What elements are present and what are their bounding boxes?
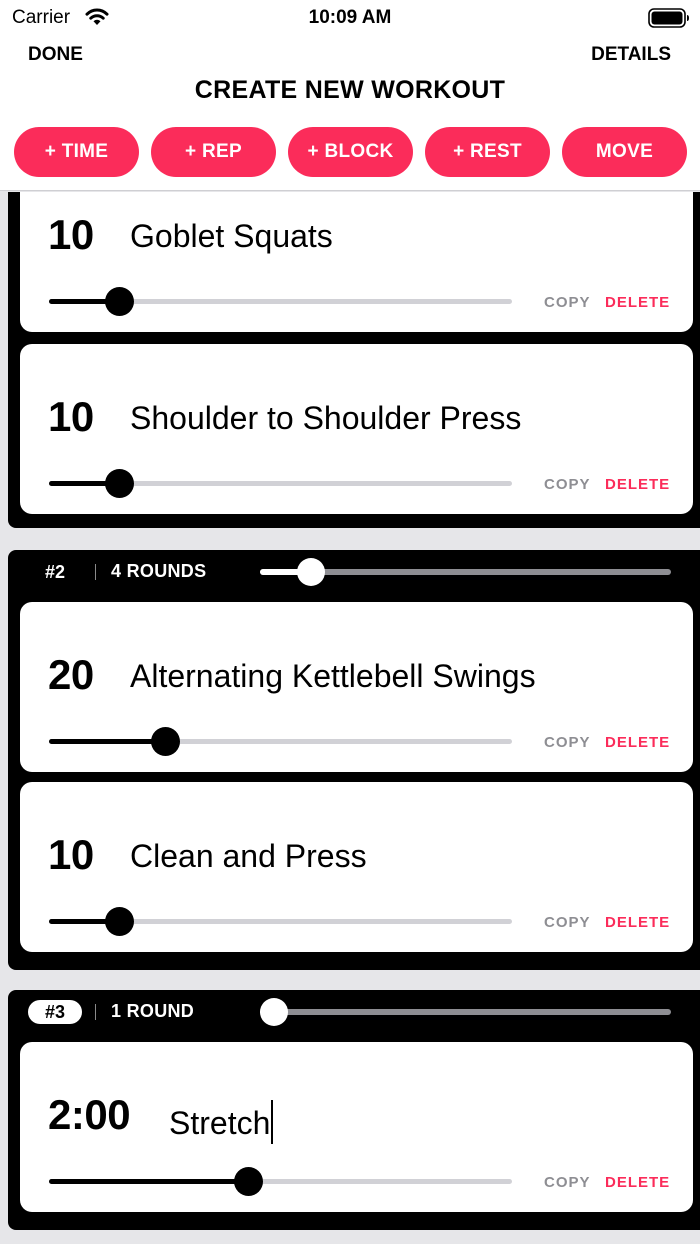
delete-button[interactable]: DELETE [605, 294, 670, 311]
exercise-slider-thumb[interactable] [104, 469, 134, 498]
delete-button[interactable]: DELETE [605, 734, 670, 751]
exercise-name[interactable]: Clean and Press [130, 840, 367, 872]
move-button[interactable]: MOVE [562, 127, 687, 177]
exercise-name[interactable]: Shoulder to Shoulder Press [130, 402, 521, 434]
details-button[interactable]: DETAILS [591, 44, 671, 66]
exercise-count[interactable]: 10 [48, 214, 94, 256]
block-header: #3 1 ROUND [8, 990, 700, 1034]
rounds-slider-thumb[interactable] [260, 998, 288, 1026]
workout-block: #3 1 ROUND 2:00 Stretch COPY DELETE [8, 990, 700, 1230]
block-rounds: 4 ROUNDS [111, 561, 207, 581]
toolbar: + TIME + REP + BLOCK + REST MOVE [14, 127, 687, 177]
copy-button[interactable]: COPY [544, 1174, 591, 1191]
exercise-slider-fill [49, 1179, 249, 1184]
exercise-count[interactable]: 20 [48, 654, 94, 696]
text-cursor [271, 1100, 274, 1144]
add-rest-button[interactable]: + REST [425, 127, 550, 177]
exercise-card: 10 Clean and Press COPY DELETE [20, 782, 693, 952]
exercise-name[interactable]: Alternating Kettlebell Swings [130, 660, 536, 692]
exercise-card: 10 Goblet Squats COPY DELETE [20, 192, 693, 332]
block-header: #2 4 ROUNDS [8, 550, 700, 594]
block-number[interactable]: #2 [28, 560, 82, 584]
exercise-card: 10 Shoulder to Shoulder Press COPY DELET… [20, 344, 693, 514]
add-rep-button[interactable]: + REP [151, 127, 276, 177]
rounds-slider-track[interactable] [260, 1009, 671, 1015]
block-rounds: 1 ROUND [111, 1001, 195, 1021]
exercise-card: 20 Alternating Kettlebell Swings COPY DE… [20, 602, 693, 772]
workout-block: 10 Goblet Squats COPY DELETE 10 Shoulder… [8, 192, 700, 528]
page-title: CREATE NEW WORKOUT [194, 76, 506, 104]
exercise-count[interactable]: 10 [48, 396, 94, 438]
exercise-slider-thumb[interactable] [104, 907, 134, 936]
exercise-card: 2:00 Stretch COPY DELETE [20, 1042, 693, 1212]
delete-button[interactable]: DELETE [605, 914, 670, 931]
navigation-header: DONE DETAILS CREATE NEW WORKOUT + TIME +… [0, 36, 700, 191]
rounds-slider-thumb[interactable] [296, 558, 325, 586]
copy-button[interactable]: COPY [544, 476, 591, 493]
exercise-name: Stretch [169, 1105, 271, 1141]
add-time-button[interactable]: + TIME [14, 127, 139, 177]
block-number[interactable]: #3 [28, 1000, 82, 1024]
status-bar: Carrier 10:09 AM [0, 0, 700, 36]
delete-button[interactable]: DELETE [605, 1174, 670, 1191]
exercise-duration[interactable]: 2:00 [48, 1094, 131, 1136]
exercise-name[interactable]: Goblet Squats [130, 220, 333, 252]
copy-button[interactable]: COPY [544, 294, 591, 311]
copy-button[interactable]: COPY [544, 734, 591, 751]
header-divider [95, 564, 96, 580]
copy-button[interactable]: COPY [544, 914, 591, 931]
exercise-name-input[interactable]: Stretch [169, 1100, 274, 1144]
done-button[interactable]: DONE [28, 44, 83, 66]
status-time: 10:09 AM [308, 7, 392, 28]
add-block-button[interactable]: + BLOCK [288, 127, 413, 177]
exercise-slider-thumb[interactable] [150, 727, 180, 756]
exercise-slider-thumb[interactable] [104, 287, 134, 316]
header-divider [95, 1004, 96, 1020]
delete-button[interactable]: DELETE [605, 476, 670, 493]
exercise-count[interactable]: 10 [48, 834, 94, 876]
workout-block: #2 4 ROUNDS 20 Alternating Kettlebell Sw… [8, 550, 700, 970]
exercise-slider-fill [49, 739, 166, 744]
workout-list[interactable]: 10 Goblet Squats COPY DELETE 10 Shoulder… [0, 192, 700, 1244]
battery-icon [648, 8, 689, 28]
exercise-slider-thumb[interactable] [234, 1167, 264, 1196]
